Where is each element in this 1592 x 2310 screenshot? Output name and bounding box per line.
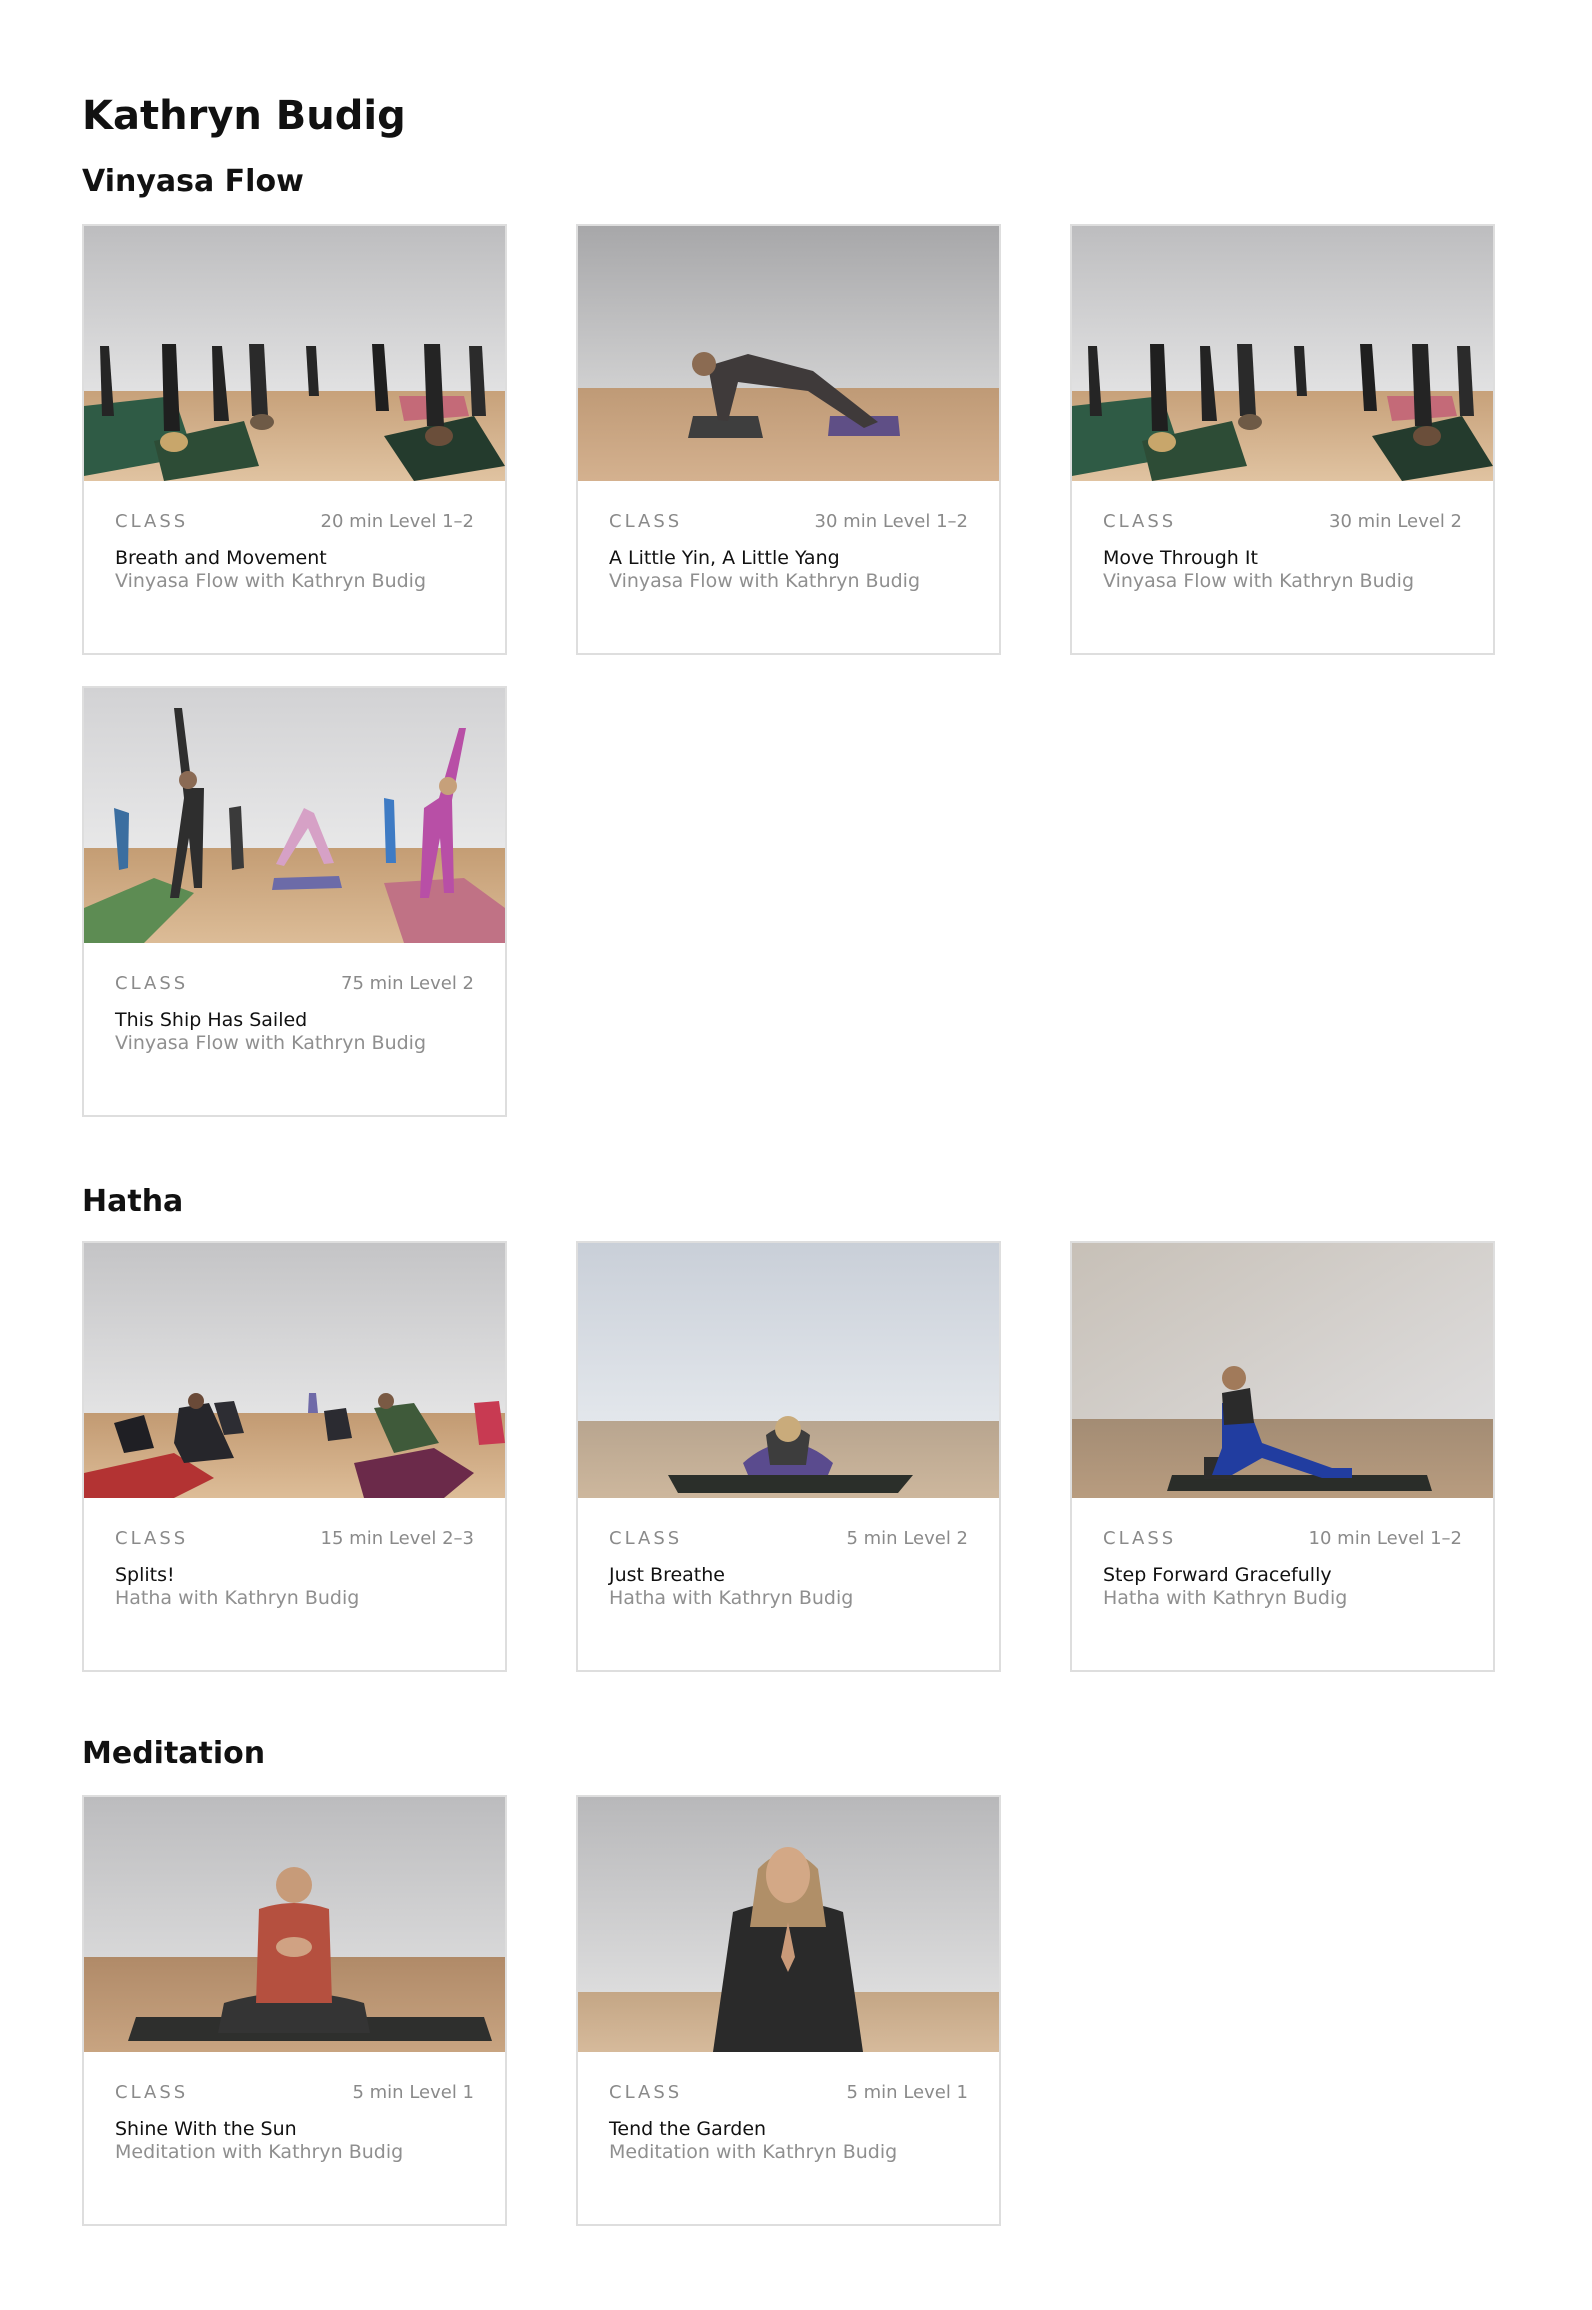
class-duration-level: 20 min Level 1–2: [321, 511, 474, 532]
class-duration-level: 30 min Level 2: [1329, 511, 1462, 532]
class-duration-level: 15 min Level 2–3: [321, 1528, 474, 1549]
class-duration: 15 min: [320, 1528, 384, 1549]
class-level: Level 1–2: [388, 511, 474, 532]
class-duration: 30 min: [1329, 511, 1392, 532]
class-card-a-little-yin-a-little-yang[interactable]: CLASS 30 min Level 1–2 A Little Yin, A L…: [576, 224, 1001, 655]
class-duration-level: 5 min Level 1: [846, 2082, 968, 2103]
class-level: Level 2: [409, 973, 474, 994]
class-card-this-ship-has-sailed[interactable]: CLASS 75 min Level 2 This Ship Has Saile…: [82, 686, 507, 1117]
section-title-hatha: Hatha: [82, 1184, 184, 1219]
class-title: Breath and Movement: [115, 547, 327, 569]
class-type-label: CLASS: [115, 973, 189, 994]
class-type-label: CLASS: [609, 2082, 683, 2103]
class-meta: CLASS 30 min Level 1–2: [609, 511, 968, 535]
class-duration: 5 min: [846, 2082, 898, 2103]
class-title: Shine With the Sun: [115, 2118, 297, 2140]
class-title: Just Breathe: [609, 1564, 725, 1586]
class-meta: CLASS 75 min Level 2: [115, 973, 474, 997]
class-thumbnail: [1072, 226, 1493, 481]
class-card-just-breathe[interactable]: CLASS 5 min Level 2 Just Breathe Hatha w…: [576, 1241, 1001, 1672]
class-duration: 5 min: [352, 2082, 404, 2103]
class-card-tend-the-garden[interactable]: CLASS 5 min Level 1 Tend the Garden Medi…: [576, 1795, 1001, 2226]
class-meta: CLASS 15 min Level 2–3: [115, 1528, 474, 1552]
class-subtitle: Vinyasa Flow with Kathryn Budig: [115, 570, 427, 592]
class-duration: 10 min: [1308, 1528, 1372, 1549]
class-meta: CLASS 5 min Level 2: [609, 1528, 968, 1552]
class-level: Level 1–2: [1376, 1528, 1462, 1549]
class-duration-level: 5 min Level 2: [846, 1528, 968, 1549]
class-card-splits[interactable]: CLASS 15 min Level 2–3 Splits! Hatha wit…: [82, 1241, 507, 1672]
class-duration: 30 min: [814, 511, 878, 532]
page-title: Kathryn Budig: [82, 93, 406, 139]
class-level: Level 2: [1397, 511, 1462, 532]
class-type-label: CLASS: [115, 1528, 189, 1549]
class-duration: 20 min: [320, 511, 384, 532]
class-thumbnail: [1072, 1243, 1493, 1498]
class-thumbnail: [84, 1797, 505, 2052]
section-title-vinyasa-flow: Vinyasa Flow: [82, 164, 304, 199]
class-meta: CLASS 30 min Level 2: [1103, 511, 1462, 535]
class-duration-level: 10 min Level 1–2: [1309, 1528, 1462, 1549]
class-title: Splits!: [115, 1564, 175, 1586]
class-level: Level 1: [409, 2082, 474, 2103]
class-card-step-forward-gracefully[interactable]: CLASS 10 min Level 1–2 Step Forward Grac…: [1070, 1241, 1495, 1672]
class-type-label: CLASS: [115, 511, 189, 532]
class-thumbnail: [578, 1797, 999, 2052]
class-level: Level 2–3: [388, 1528, 474, 1549]
section-title-meditation: Meditation: [82, 1736, 266, 1771]
class-title: Tend the Garden: [609, 2118, 767, 2140]
class-level: Level 1–2: [882, 511, 968, 532]
class-subtitle: Meditation with Kathryn Budig: [609, 2141, 898, 2163]
class-title: A Little Yin, A Little Yang: [609, 547, 840, 569]
class-type-label: CLASS: [1103, 1528, 1177, 1549]
class-duration-level: 5 min Level 1: [352, 2082, 474, 2103]
class-subtitle: Vinyasa Flow with Kathryn Budig: [609, 570, 921, 592]
class-thumbnail: [84, 1243, 505, 1498]
class-subtitle: Vinyasa Flow with Kathryn Budig: [115, 1032, 427, 1054]
class-meta: CLASS 5 min Level 1: [115, 2082, 474, 2106]
class-type-label: CLASS: [1103, 511, 1177, 532]
class-subtitle: Vinyasa Flow with Kathryn Budig: [1103, 570, 1415, 592]
class-card-move-through-it[interactable]: CLASS 30 min Level 2 Move Through It Vin…: [1070, 224, 1495, 655]
class-title: Step Forward Gracefully: [1103, 1564, 1332, 1586]
class-meta: CLASS 5 min Level 1: [609, 2082, 968, 2106]
class-duration-level: 75 min Level 2: [341, 973, 474, 994]
class-thumbnail: [578, 1243, 999, 1498]
class-type-label: CLASS: [609, 1528, 683, 1549]
class-level: Level 1: [903, 2082, 968, 2103]
class-type-label: CLASS: [609, 511, 683, 532]
class-duration-level: 30 min Level 1–2: [815, 511, 968, 532]
class-title: Move Through It: [1103, 547, 1258, 569]
class-thumbnail: [578, 226, 999, 481]
class-card-shine-with-the-sun[interactable]: CLASS 5 min Level 1 Shine With the Sun M…: [82, 1795, 507, 2226]
class-card-breath-and-movement[interactable]: CLASS 20 min Level 1–2 Breath and Moveme…: [82, 224, 507, 655]
class-subtitle: Hatha with Kathryn Budig: [609, 1587, 854, 1609]
class-meta: CLASS 20 min Level 1–2: [115, 511, 474, 535]
class-thumbnail: [84, 226, 505, 481]
class-subtitle: Hatha with Kathryn Budig: [1103, 1587, 1348, 1609]
class-title: This Ship Has Sailed: [115, 1009, 308, 1031]
class-level: Level 2: [903, 1528, 968, 1549]
class-subtitle: Meditation with Kathryn Budig: [115, 2141, 404, 2163]
class-duration: 5 min: [846, 1528, 898, 1549]
class-meta: CLASS 10 min Level 1–2: [1103, 1528, 1462, 1552]
class-type-label: CLASS: [115, 2082, 189, 2103]
class-thumbnail: [84, 688, 505, 943]
class-subtitle: Hatha with Kathryn Budig: [115, 1587, 360, 1609]
class-duration: 75 min: [341, 973, 404, 994]
